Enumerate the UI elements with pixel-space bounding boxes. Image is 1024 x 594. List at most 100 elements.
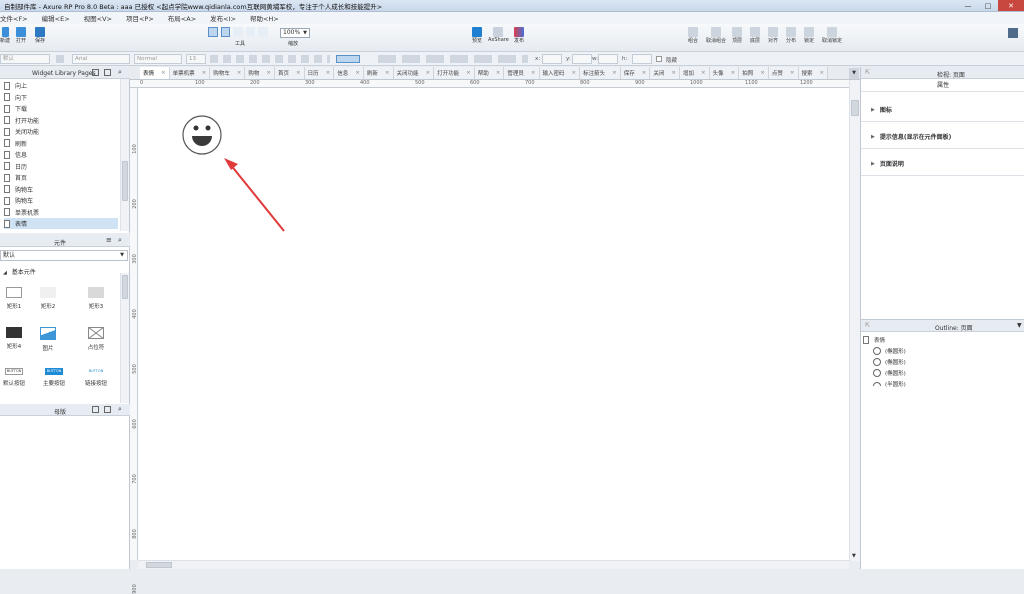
outline-item[interactable]: (椭圆形)	[873, 358, 906, 366]
widget-link-button[interactable]: BUTTON 链接按钮	[82, 368, 110, 387]
menu-file[interactable]: 文件<F>	[0, 13, 28, 23]
page-item[interactable]: 表情	[4, 218, 118, 229]
library-select[interactable]: 默认 ▼	[0, 250, 128, 261]
collapse-icon[interactable]: ⇱	[865, 69, 870, 76]
search-icon[interactable]: ⌕	[118, 68, 122, 77]
preview-button[interactable]: 预览	[472, 27, 482, 44]
new-button[interactable]: 新建	[0, 27, 10, 44]
widget-default-button[interactable]: BUTTON 默认按钮	[0, 368, 28, 387]
outline-item[interactable]: (半圆形)	[873, 380, 906, 388]
canvas-horizontal-scrollbar[interactable]	[138, 560, 849, 569]
close-tab-icon[interactable]: ×	[820, 70, 825, 76]
style-select[interactable]: 默认	[0, 54, 50, 64]
close-tab-icon[interactable]: ×	[496, 70, 501, 76]
menu-publish[interactable]: 发布<I>	[210, 13, 236, 23]
page-tab[interactable]: 帮助 ×	[474, 67, 505, 79]
menu-arrange[interactable]: 布局<A>	[168, 13, 196, 23]
search-icon[interactable]: ⌕	[118, 236, 122, 245]
close-tab-icon[interactable]: ×	[202, 70, 207, 76]
page-tab[interactable]: 刷新 ×	[363, 67, 394, 79]
close-tab-icon[interactable]: ×	[161, 70, 166, 76]
widget-rectangle-4[interactable]: 矩形4	[0, 327, 28, 350]
y-field[interactable]	[572, 54, 592, 64]
close-tab-icon[interactable]: ×	[572, 70, 577, 76]
widget-placeholder[interactable]: 占位符	[82, 327, 110, 351]
page-item[interactable]: 购物车	[4, 184, 118, 195]
close-tab-icon[interactable]: ×	[426, 70, 431, 76]
minimize-button[interactable]: —	[958, 0, 978, 11]
w-field[interactable]	[598, 54, 618, 64]
bring-front-button[interactable]: 顶层	[732, 27, 742, 44]
close-tab-icon[interactable]: ×	[296, 70, 301, 76]
page-tab[interactable]: 表情 ×	[140, 67, 170, 79]
widgets-scrollbar[interactable]	[120, 273, 129, 403]
close-tab-icon[interactable]: ×	[671, 70, 676, 76]
page-item[interactable]: 刷新	[4, 138, 118, 149]
page-tab[interactable]: 购物车 ×	[210, 67, 246, 79]
close-tab-icon[interactable]: ×	[531, 70, 536, 76]
axshare-button[interactable]: AxShare	[488, 27, 509, 43]
filter-icon[interactable]: ▼	[1017, 322, 1022, 329]
close-tab-icon[interactable]: ×	[642, 70, 647, 76]
unlock-button[interactable]: 取消锁定	[822, 27, 842, 44]
page-item[interactable]: 首页	[4, 172, 118, 183]
outline-page[interactable]: 表情	[863, 336, 885, 344]
add-master-icon[interactable]	[92, 406, 99, 413]
distribute-button[interactable]: 分布	[786, 27, 796, 44]
close-tab-icon[interactable]: ×	[237, 70, 242, 76]
page-tab[interactable]: 管理员 ×	[504, 67, 540, 79]
close-button[interactable]: ✕	[998, 0, 1024, 11]
smiley-face-icon[interactable]	[182, 115, 222, 155]
category-header[interactable]: ◢ 基本元件	[3, 267, 36, 276]
search-icon[interactable]: ⌕	[118, 405, 122, 414]
widget-rectangle-1[interactable]: 矩形1	[0, 287, 28, 310]
page-tab[interactable]: 关闭功能 ×	[393, 67, 435, 79]
close-tab-icon[interactable]: ×	[731, 70, 736, 76]
menu-project[interactable]: 项目<P>	[126, 13, 154, 23]
open-button[interactable]: 打开	[16, 27, 26, 44]
hidden-checkbox[interactable]	[656, 56, 662, 62]
page-tab[interactable]: 单票机票 ×	[169, 67, 211, 79]
lock-button[interactable]: 锁定	[804, 27, 814, 44]
page-item[interactable]: 关闭功能	[4, 126, 118, 137]
font-select[interactable]: Arial	[72, 54, 130, 64]
page-item[interactable]: 单票机票	[4, 207, 118, 218]
page-tab[interactable]: 头像 ×	[709, 67, 740, 79]
page-item[interactable]: 日历	[4, 161, 118, 172]
close-tab-icon[interactable]: ×	[790, 70, 795, 76]
widget-rectangle-2[interactable]: 矩形2	[34, 287, 62, 310]
menu-help[interactable]: 帮助<H>	[250, 13, 279, 23]
add-folder-icon[interactable]	[104, 406, 111, 413]
page-item[interactable]: 打开功能	[4, 115, 118, 126]
select-contain-icon[interactable]	[220, 27, 231, 37]
text-align-buttons[interactable]	[336, 55, 360, 63]
section-icon[interactable]: ▶ 图标	[871, 105, 892, 115]
close-tab-icon[interactable]: ×	[466, 70, 471, 76]
widget-primary-button[interactable]: BUTTON 主要按钮	[40, 368, 68, 387]
page-tab[interactable]: 点赞 ×	[768, 67, 799, 79]
page-item[interactable]: 下载	[4, 103, 118, 114]
close-tab-icon[interactable]: ×	[760, 70, 765, 76]
ungroup-button[interactable]: 取消组合	[706, 27, 726, 44]
send-back-button[interactable]: 底层	[750, 27, 760, 44]
menu-icon[interactable]: ≡	[106, 236, 112, 244]
connector-icon[interactable]	[233, 27, 243, 37]
page-tab[interactable]: 打开功能 ×	[434, 67, 475, 79]
pen-icon[interactable]	[245, 27, 256, 37]
page-tab[interactable]: 标注箭头 ×	[580, 67, 621, 79]
page-item[interactable]: 向上	[4, 80, 118, 91]
style-edit-icon[interactable]	[56, 55, 64, 63]
page-tab[interactable]: 保存 ×	[620, 67, 651, 79]
format-painter-icon[interactable]	[258, 27, 268, 37]
page-tab[interactable]: 日历 ×	[304, 67, 335, 79]
outline-item[interactable]: (椭圆形)	[873, 369, 906, 377]
add-page-icon[interactable]	[92, 69, 99, 76]
close-tab-icon[interactable]: ×	[266, 70, 271, 76]
font-size-select[interactable]: 13	[186, 54, 206, 64]
page-item[interactable]: 购物车	[4, 195, 118, 206]
fill-border-buttons[interactable]	[378, 55, 528, 63]
page-tab[interactable]: 增加 ×	[680, 67, 710, 79]
publish-button[interactable]: 发布	[514, 27, 524, 44]
widget-rectangle-3[interactable]: 矩形3	[82, 287, 110, 310]
section-tooltip[interactable]: ▶ 提示信息(显示在元件面板)	[871, 132, 951, 142]
